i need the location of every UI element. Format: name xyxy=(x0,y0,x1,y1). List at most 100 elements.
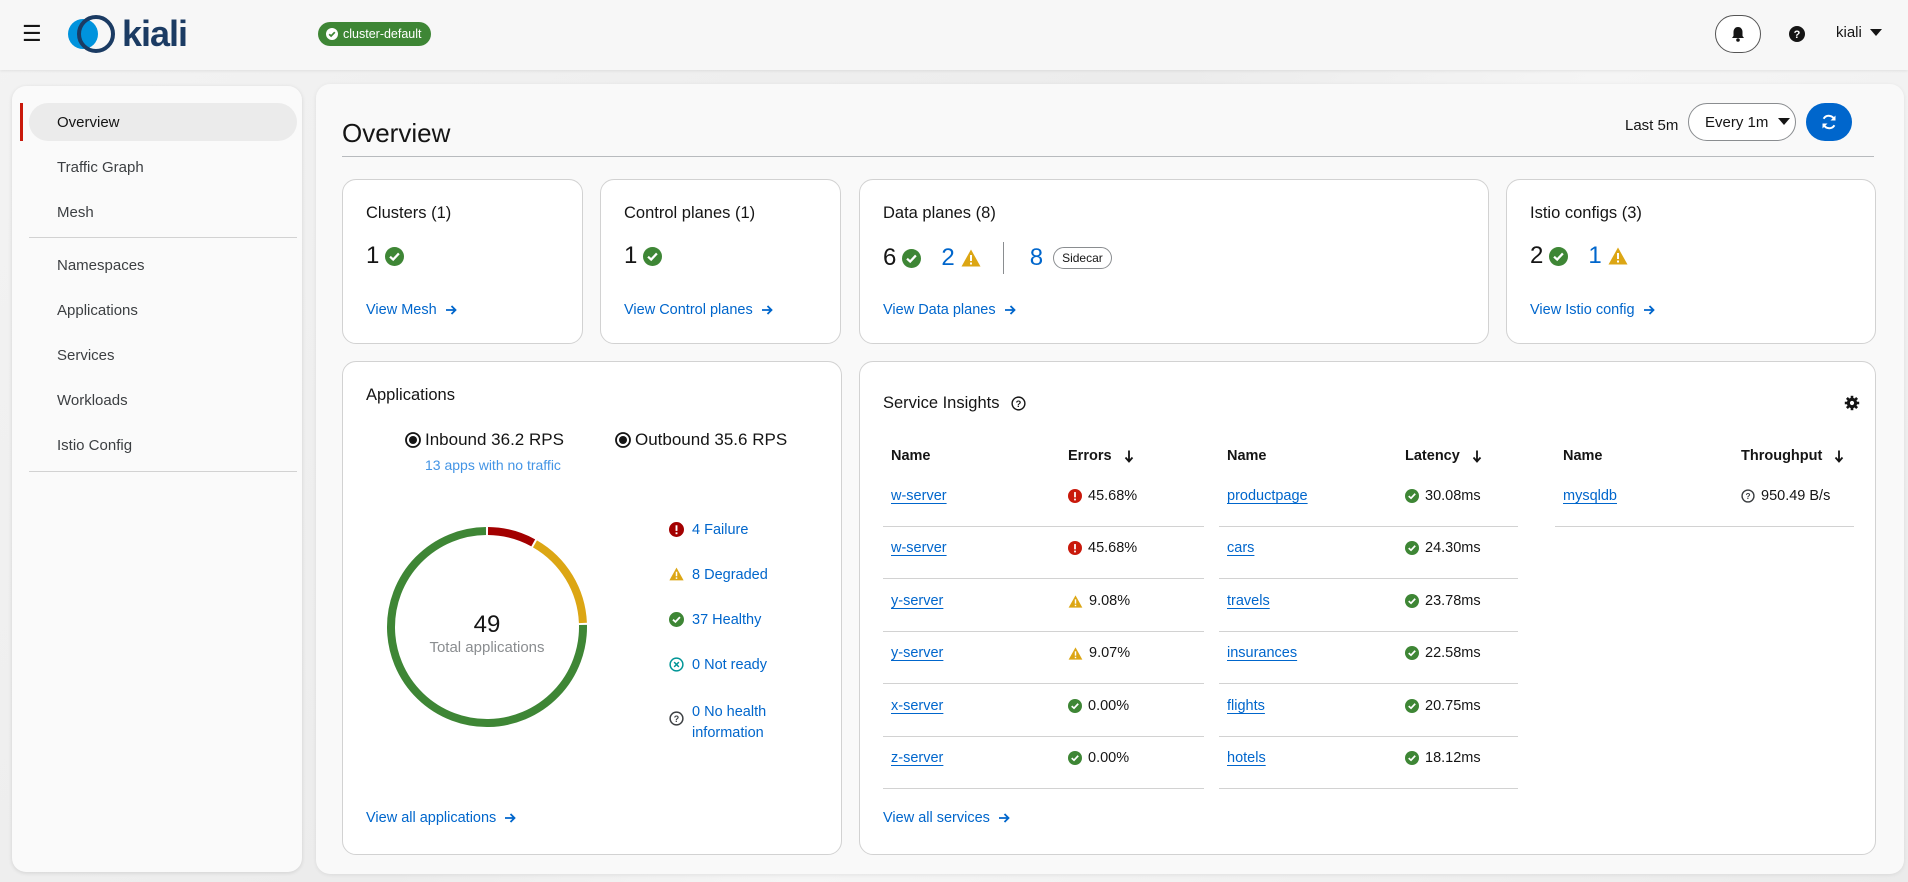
user-name: kiali xyxy=(1836,24,1862,41)
arrow-right-icon xyxy=(998,813,1010,823)
sidebar-item-label: Traffic Graph xyxy=(57,158,144,176)
latency-row-name-link[interactable]: hotels xyxy=(1227,750,1266,766)
clusters-count: 1 xyxy=(366,242,405,270)
errors-row-name-link[interactable]: w-server xyxy=(891,540,947,556)
view-all-services-link-label: View all services xyxy=(883,810,990,826)
data-planes-card-title: Data planes (8) xyxy=(883,204,996,222)
data-planes-warning-count[interactable]: 2 xyxy=(941,244,954,272)
table-row-divider xyxy=(1219,578,1518,579)
latency-row-name-link[interactable]: flights xyxy=(1227,698,1265,714)
status-degraded[interactable]: 8 Degraded xyxy=(669,567,768,583)
arrow-right-icon xyxy=(761,305,773,315)
nav-divider xyxy=(29,237,297,238)
istio-configs-warning-count[interactable]: 1 xyxy=(1588,242,1601,270)
inbound-toggle[interactable]: Inbound 36.2 RPS xyxy=(405,430,564,450)
status-no-health[interactable]: ? 0 No health information xyxy=(669,702,766,744)
cluster-badge-label: cluster-default xyxy=(343,27,422,41)
header-label: Throughput xyxy=(1741,448,1823,464)
sidebar-item-label: Applications xyxy=(57,301,138,319)
clusters-card-title: Clusters (1) xyxy=(366,204,452,222)
view-data-planes-link-label: View Data planes xyxy=(883,302,996,318)
donut-segment[interactable] xyxy=(532,540,587,624)
service-insights-title: Service Insights ? xyxy=(883,394,1027,413)
help-button[interactable]: ? xyxy=(1785,22,1809,46)
minus-circle-icon xyxy=(669,657,684,672)
sidebar-item-istio-config[interactable]: Istio Config xyxy=(29,426,297,464)
notifications-button[interactable] xyxy=(1715,15,1761,53)
masthead: ☰ kiali cluster-default ? kiali xyxy=(0,0,1908,70)
data-planes-counts: 6 2 8 Sidecar xyxy=(883,242,1112,274)
view-all-services-link[interactable]: View all services xyxy=(883,810,1010,826)
table-row-divider xyxy=(883,788,1204,789)
donut-total: 49 xyxy=(474,611,501,638)
svg-text:?: ? xyxy=(1745,491,1750,501)
outbound-toggle[interactable]: Outbound 35.6 RPS xyxy=(615,430,787,450)
latency-row-value: 23.78ms xyxy=(1405,593,1481,609)
view-control-planes-link[interactable]: View Control planes xyxy=(624,302,773,318)
donut-segment[interactable] xyxy=(487,527,536,547)
clusters-card: Clusters (1) 1 View Mesh xyxy=(342,179,583,344)
view-istio-config-link[interactable]: View Istio config xyxy=(1530,302,1655,318)
latency-row-name-link[interactable]: cars xyxy=(1227,540,1254,556)
errors-row-name-link[interactable]: z-server xyxy=(891,750,943,766)
latency-row-value-text: 20.75ms xyxy=(1425,698,1481,714)
outbound-label: Outbound 35.6 RPS xyxy=(635,430,788,449)
throughput-header[interactable]: Throughput xyxy=(1741,448,1844,464)
table-row-divider xyxy=(883,526,1204,527)
svg-text:?: ? xyxy=(1794,29,1801,41)
errors-row-value-text: 0.00% xyxy=(1088,750,1130,766)
errors-row-name-link[interactable]: y-server xyxy=(891,645,943,661)
sidebar-item-traffic-graph[interactable]: Traffic Graph xyxy=(29,148,297,186)
check-circle-icon xyxy=(669,612,684,627)
help-circle-icon[interactable]: ? xyxy=(1011,396,1027,411)
sidebar-item-applications[interactable]: Applications xyxy=(29,291,297,329)
latency-row-name-link[interactable]: productpage xyxy=(1227,488,1308,504)
gear-icon[interactable] xyxy=(1844,395,1860,411)
refresh-button[interactable] xyxy=(1806,103,1852,141)
check-circle-icon xyxy=(1068,751,1082,765)
latency-header[interactable]: Latency xyxy=(1405,448,1482,464)
status-healthy[interactable]: 37 Healthy xyxy=(669,612,761,628)
view-mesh-link[interactable]: View Mesh xyxy=(366,302,457,318)
header-label: Errors xyxy=(1068,448,1112,464)
control-planes-card-title: Control planes (1) xyxy=(624,204,756,222)
errors-row-name-link[interactable]: w-server xyxy=(891,488,947,504)
view-istio-config-link-label: View Istio config xyxy=(1530,302,1635,318)
errors-row-value-text: 9.07% xyxy=(1089,645,1131,661)
view-all-applications-link[interactable]: View all applications xyxy=(366,810,517,826)
refresh-interval-select[interactable]: Every 1m xyxy=(1688,103,1796,141)
sidebar-item-workloads[interactable]: Workloads xyxy=(29,381,297,419)
arrow-right-icon xyxy=(1004,305,1016,315)
arrow-right-icon xyxy=(505,813,517,823)
kiali-logo[interactable]: kiali xyxy=(64,13,188,54)
table-row-divider xyxy=(883,578,1204,579)
errors-header[interactable]: Errors xyxy=(1068,448,1134,464)
sidebar-item-overview[interactable]: Overview xyxy=(29,103,297,141)
throughput-row-value: ? 950.49 B/s xyxy=(1741,488,1830,504)
latency-row-value-text: 23.78ms xyxy=(1425,593,1481,609)
sidebar-item-services[interactable]: Services xyxy=(29,336,297,374)
sidebar-item-namespaces[interactable]: Namespaces xyxy=(29,246,297,284)
arrow-right-icon xyxy=(445,305,457,315)
sidebar-item-mesh[interactable]: Mesh xyxy=(29,193,297,231)
errors-row-value: 0.00% xyxy=(1068,750,1129,766)
view-data-planes-link[interactable]: View Data planes xyxy=(883,302,1016,318)
title-divider xyxy=(342,156,1874,157)
check-circle-icon xyxy=(1549,246,1569,266)
latency-row-name-link[interactable]: insurances xyxy=(1227,645,1297,661)
no-traffic-link[interactable]: 13 apps with no traffic xyxy=(425,457,561,473)
data-planes-sidecar-count[interactable]: 8 xyxy=(1030,244,1043,272)
latency-row-value-text: 24.30ms xyxy=(1425,540,1481,556)
errors-row-name-link[interactable]: y-server xyxy=(891,593,943,609)
hamburger-menu-icon[interactable]: ☰ xyxy=(22,23,42,45)
throughput-row-name-link[interactable]: mysqldb xyxy=(1563,488,1617,504)
nav-active-indicator xyxy=(20,103,23,141)
status-failure[interactable]: 4 Failure xyxy=(669,522,748,538)
status-not-ready[interactable]: 0 Not ready xyxy=(669,657,767,673)
table-row-divider xyxy=(883,631,1204,632)
latency-row-name-link[interactable]: travels xyxy=(1227,593,1270,609)
latency-row-value-text: 30.08ms xyxy=(1425,488,1481,504)
user-menu[interactable]: kiali xyxy=(1836,24,1882,41)
errors-row-name-link[interactable]: x-server xyxy=(891,698,943,714)
check-circle-icon xyxy=(1068,699,1082,713)
